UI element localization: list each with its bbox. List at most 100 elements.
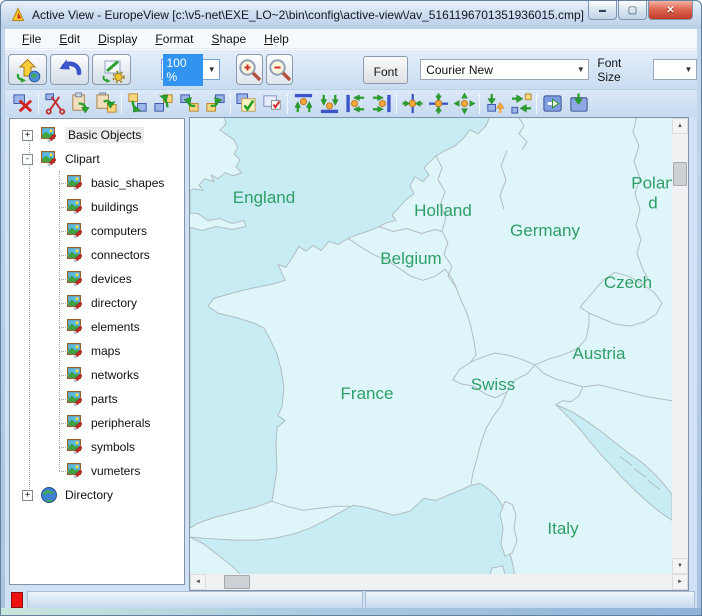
close-icon: ✕ [666, 5, 674, 16]
country-label-france[interactable]: France [341, 384, 394, 404]
apply-green-check-button[interactable] [233, 92, 259, 116]
align-bottom-button[interactable] [316, 92, 342, 116]
minimize-button[interactable]: ▬ [588, 1, 617, 20]
tree-item-peripherals[interactable]: peripherals [10, 411, 184, 435]
client-area: + Basic Objects - Clipart basic_shapes b… [5, 117, 697, 591]
tree-item-maps[interactable]: maps [10, 339, 184, 363]
tree-item-computers[interactable]: computers [10, 219, 184, 243]
scroll-left-icon: ◄ [195, 579, 201, 585]
scroll-down-button[interactable]: ▼ [672, 558, 688, 574]
tree-item-label: elements [91, 320, 140, 334]
font-family-value: Courier New [421, 61, 573, 79]
close-button[interactable]: ✕ [648, 1, 693, 20]
dropdown-arrow-icon[interactable]: ▼ [681, 65, 696, 74]
undo-button[interactable] [50, 54, 89, 85]
apply-red-check-button[interactable] [259, 92, 285, 116]
bring-to-front-button[interactable] [150, 92, 176, 116]
tree-item-label: parts [91, 392, 118, 406]
scroll-right-button[interactable]: ► [672, 574, 688, 590]
tree-item-buildings[interactable]: buildings [10, 195, 184, 219]
country-label-holland[interactable]: Holland [414, 201, 472, 221]
tree-item-networks[interactable]: networks [10, 363, 184, 387]
center-horizontal-icon [427, 92, 450, 115]
app-icon[interactable] [10, 7, 26, 23]
scroll-up-button[interactable]: ▲ [672, 118, 688, 134]
reload-view-button[interactable] [8, 54, 47, 85]
cut-button[interactable] [41, 92, 67, 116]
font-size-select[interactable]: ▼ [653, 59, 697, 80]
vertical-scroll-thumb[interactable] [673, 162, 687, 186]
menu-help[interactable]: Help [255, 30, 298, 48]
collapse-minus-icon[interactable]: - [22, 154, 33, 165]
scroll-right-icon: ► [677, 579, 683, 585]
country-label-belgium[interactable]: Belgium [380, 249, 441, 269]
delete-button[interactable] [10, 92, 36, 116]
library-tree-panel[interactable]: + Basic Objects - Clipart basic_shapes b… [9, 118, 185, 585]
insert-object-button[interactable] [539, 92, 565, 116]
center-vertical-button[interactable] [399, 92, 425, 116]
menu-shape[interactable]: Shape [202, 30, 255, 48]
horizontal-scroll-thumb[interactable] [224, 575, 250, 589]
font-family-select[interactable]: Courier New ▼ [420, 59, 589, 80]
tree-item-vumeters[interactable]: vumeters [10, 459, 184, 483]
tree-item-connectors[interactable]: connectors [10, 243, 184, 267]
send-backward-button[interactable] [176, 92, 202, 116]
dropdown-arrow-icon[interactable]: ▼ [573, 65, 588, 74]
tree-item-basic-shapes[interactable]: basic_shapes [10, 171, 184, 195]
align-bottom-icon [318, 92, 341, 115]
expand-plus-icon[interactable]: + [22, 130, 33, 141]
bring-forward-button[interactable] [202, 92, 228, 116]
tree-item-symbols[interactable]: symbols [10, 435, 184, 459]
copy-button[interactable] [93, 92, 119, 116]
menu-edit[interactable]: Edit [50, 30, 89, 48]
vertical-scrollbar[interactable]: ▲ ▼ [672, 118, 688, 574]
zoom-in-button[interactable] [236, 54, 263, 85]
export-object-button[interactable] [565, 92, 591, 116]
country-label-poland[interactable]: Polan d [631, 173, 672, 212]
tree-item-basic-objects[interactable]: + Basic Objects [10, 123, 184, 147]
send-to-back-button[interactable] [124, 92, 150, 116]
export-object-icon [567, 92, 590, 115]
menu-format[interactable]: Format [146, 30, 202, 48]
tree-item-parts[interactable]: parts [10, 387, 184, 411]
clipart-icon [66, 174, 84, 192]
align-top-icon [292, 92, 315, 115]
font-button[interactable]: Font [363, 56, 408, 84]
country-label-england[interactable]: England [233, 188, 295, 208]
clipart-icon [66, 318, 84, 336]
tree-item-label: maps [91, 344, 120, 358]
country-label-germany[interactable]: Germany [510, 221, 580, 241]
maximize-button[interactable]: ▢ [618, 1, 647, 20]
tree-item-directory-clipart[interactable]: directory [10, 291, 184, 315]
horizontal-scrollbar[interactable]: ◄ ► [190, 574, 688, 590]
tree-item-elements[interactable]: elements [10, 315, 184, 339]
align-top-button[interactable] [290, 92, 316, 116]
edit-settings-button[interactable] [92, 54, 131, 85]
undo-icon [56, 57, 84, 83]
spread-center-button[interactable] [451, 92, 477, 116]
expand-plus-icon[interactable]: + [22, 490, 33, 501]
country-label-italy[interactable]: Italy [547, 519, 578, 539]
align-left-button[interactable] [342, 92, 368, 116]
center-horizontal-button[interactable] [425, 92, 451, 116]
zoom-select[interactable]: 100 % ▼ [161, 59, 220, 80]
tree-item-directory[interactable]: + Directory [10, 483, 184, 507]
minimize-icon: ▬ [599, 7, 606, 14]
menu-display[interactable]: Display [89, 30, 146, 48]
paste-button[interactable] [67, 92, 93, 116]
title-bar[interactable]: Active View - EuropeView [c:\v5-net\EXE_… [1, 1, 701, 29]
country-label-austria[interactable]: Austria [573, 344, 626, 364]
dropdown-arrow-icon[interactable]: ▼ [204, 65, 219, 74]
align-right-button[interactable] [368, 92, 394, 116]
menu-file[interactable]: File [13, 30, 50, 48]
zoom-out-button[interactable] [266, 54, 293, 85]
map-viewport[interactable]: England Holland Germany Polan d Belgium … [190, 118, 672, 574]
scroll-left-button[interactable]: ◄ [190, 574, 206, 590]
distribute-horizontal-button[interactable] [508, 92, 534, 116]
tree-item-clipart[interactable]: - Clipart [10, 147, 184, 171]
country-label-swiss[interactable]: Swiss [471, 375, 515, 395]
country-label-czech[interactable]: Czech [604, 273, 652, 293]
tree-item-devices[interactable]: devices [10, 267, 184, 291]
menu-bar: File Edit Display Format Shape Help [5, 29, 697, 49]
distribute-vertical-button[interactable] [482, 92, 508, 116]
